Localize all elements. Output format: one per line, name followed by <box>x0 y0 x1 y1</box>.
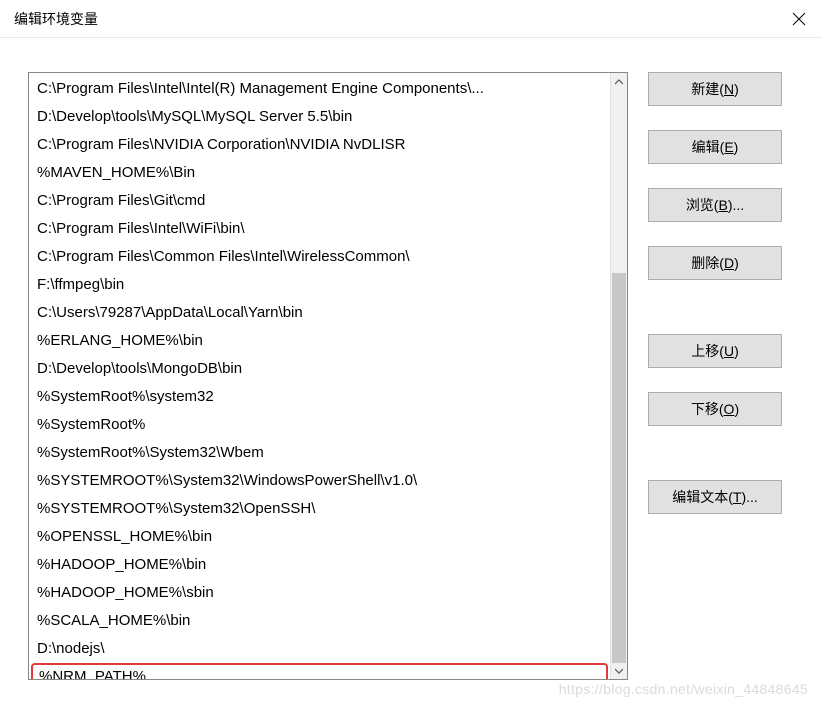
btn-suffix: ) <box>734 81 739 97</box>
list-item[interactable]: %MAVEN_HOME%\Bin <box>29 159 610 187</box>
edit-text-button[interactable]: 编辑文本(T)... <box>648 480 782 514</box>
list-item[interactable]: %HADOOP_HOME%\bin <box>29 551 610 579</box>
list-item[interactable]: C:\Program Files\Git\cmd <box>29 187 610 215</box>
btn-label: 上移( <box>691 341 724 361</box>
btn-label: 编辑( <box>692 137 725 157</box>
list-item[interactable]: D:\nodejs\ <box>29 635 610 663</box>
scrollbar[interactable] <box>610 73 627 679</box>
btn-label: 浏览( <box>686 195 719 215</box>
btn-suffix: )... <box>741 489 757 505</box>
move-up-button[interactable]: 上移(U) <box>648 334 782 368</box>
list-item[interactable]: %HADOOP_HOME%\sbin <box>29 579 610 607</box>
scroll-down-arrow[interactable] <box>611 662 627 679</box>
chevron-up-icon <box>615 79 623 85</box>
list-item[interactable]: %SYSTEMROOT%\System32\WindowsPowerShell\… <box>29 467 610 495</box>
btn-key: T <box>733 489 742 505</box>
btn-key: D <box>724 255 734 271</box>
new-button[interactable]: 新建(N) <box>648 72 782 106</box>
list-item[interactable]: %ERLANG_HOME%\bin <box>29 327 610 355</box>
side-button-panel: 新建(N) 编辑(E) 浏览(B)... 删除(D) 上移(U) 下移(O) 编… <box>648 72 782 685</box>
list-item[interactable]: F:\ffmpeg\bin <box>29 271 610 299</box>
btn-suffix: ) <box>734 255 739 271</box>
btn-key: B <box>718 197 727 213</box>
list-item[interactable]: C:\Program Files\NVIDIA Corporation\NVID… <box>29 131 610 159</box>
btn-suffix: ) <box>734 139 739 155</box>
btn-key: O <box>724 401 735 417</box>
list-item[interactable]: %SCALA_HOME%\bin <box>29 607 610 635</box>
btn-label: 编辑文本( <box>672 487 733 507</box>
close-button[interactable] <box>776 0 822 38</box>
list-item[interactable]: C:\Program Files\Intel\Intel(R) Manageme… <box>29 75 610 103</box>
btn-label: 删除( <box>691 253 724 273</box>
btn-suffix: ) <box>734 401 739 417</box>
list-item[interactable]: C:\Program Files\Intel\WiFi\bin\ <box>29 215 610 243</box>
browse-button[interactable]: 浏览(B)... <box>648 188 782 222</box>
list-item[interactable]: %NRM_PATH% <box>31 663 608 679</box>
content-area: C:\Program Files\Intel\Intel(R) Manageme… <box>0 38 822 705</box>
list-item[interactable]: %SystemRoot% <box>29 411 610 439</box>
btn-label: 新建( <box>691 79 724 99</box>
path-list-container: C:\Program Files\Intel\Intel(R) Manageme… <box>28 72 628 680</box>
list-item[interactable]: %OPENSSL_HOME%\bin <box>29 523 610 551</box>
delete-button[interactable]: 删除(D) <box>648 246 782 280</box>
btn-suffix: ) <box>734 343 739 359</box>
list-item[interactable]: %SystemRoot%\System32\Wbem <box>29 439 610 467</box>
btn-suffix: )... <box>728 197 744 213</box>
list-item[interactable]: D:\Develop\tools\MySQL\MySQL Server 5.5\… <box>29 103 610 131</box>
move-down-button[interactable]: 下移(O) <box>648 392 782 426</box>
list-item[interactable]: D:\Develop\tools\MongoDB\bin <box>29 355 610 383</box>
list-item[interactable]: C:\Users\79287\AppData\Local\Yarn\bin <box>29 299 610 327</box>
scroll-thumb[interactable] <box>612 273 626 663</box>
scroll-up-arrow[interactable] <box>611 73 627 90</box>
close-icon <box>792 12 806 26</box>
list-item[interactable]: %SYSTEMROOT%\System32\OpenSSH\ <box>29 495 610 523</box>
btn-label: 下移( <box>691 399 724 419</box>
window-title: 编辑环境变量 <box>14 9 98 29</box>
btn-key: N <box>724 81 734 97</box>
path-listbox[interactable]: C:\Program Files\Intel\Intel(R) Manageme… <box>29 73 610 679</box>
list-item[interactable]: C:\Program Files\Common Files\Intel\Wire… <box>29 243 610 271</box>
btn-key: U <box>724 343 734 359</box>
btn-key: E <box>724 139 733 155</box>
list-item[interactable]: %SystemRoot%\system32 <box>29 383 610 411</box>
chevron-down-icon <box>615 668 623 674</box>
titlebar: 编辑环境变量 <box>0 0 822 38</box>
edit-button[interactable]: 编辑(E) <box>648 130 782 164</box>
